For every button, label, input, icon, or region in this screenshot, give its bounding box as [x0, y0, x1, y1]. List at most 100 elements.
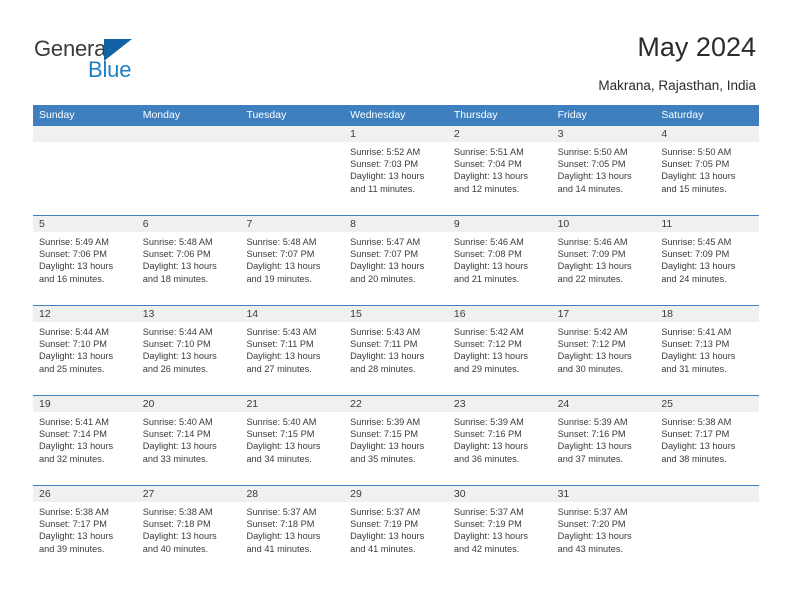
- day-number[interactable]: 13: [137, 306, 241, 322]
- sunset-text: Sunset: 7:18 PM: [142, 519, 211, 530]
- weekday-header-row: Sunday Monday Tuesday Wednesday Thursday…: [33, 105, 759, 125]
- day-number[interactable]: 30: [448, 486, 552, 502]
- day-number[interactable]: 18: [655, 306, 759, 322]
- daylight-text-line2: and 37 minutes.: [557, 453, 623, 464]
- day-number[interactable]: 25: [655, 396, 759, 412]
- daylight-text-line1: Daylight: 13 hours: [661, 171, 736, 182]
- day-number[interactable]: 28: [240, 486, 344, 502]
- sunrise-text: Sunrise: 5:48 AM: [142, 237, 213, 247]
- sunset-text: Sunset: 7:20 PM: [557, 519, 626, 530]
- day-number[interactable]: 7: [240, 216, 344, 232]
- sunrise-text: Sunrise: 5:41 AM: [661, 327, 732, 337]
- day-number[interactable]: 22: [344, 396, 448, 412]
- day-number[interactable]: 2: [448, 126, 552, 142]
- sunset-text: Sunset: 7:06 PM: [39, 249, 107, 260]
- sunset-text: Sunset: 7:10 PM: [39, 339, 107, 350]
- sunrise-text: Sunrise: 5:48 AM: [246, 237, 317, 247]
- daylight-text-line2: and 18 minutes.: [142, 273, 209, 284]
- day-number[interactable]: [240, 126, 344, 142]
- daylight-text-line2: and 21 minutes.: [453, 273, 520, 284]
- day-cell: Sunrise: 5:39 AM Sunset: 7:15 PM Dayligh…: [344, 412, 448, 485]
- day-number[interactable]: 12: [33, 306, 137, 322]
- week-daynumber-band: 12 13 14 15 16 17 18: [33, 306, 759, 322]
- day-cell: Sunrise: 5:37 AM Sunset: 7:18 PM Dayligh…: [240, 502, 344, 575]
- sunrise-text: Sunrise: 5:47 AM: [350, 237, 421, 247]
- daylight-text-line1: Daylight: 13 hours: [246, 441, 321, 452]
- sunset-text: Sunset: 7:09 PM: [661, 249, 730, 260]
- day-number[interactable]: 8: [344, 216, 448, 232]
- day-number[interactable]: 16: [448, 306, 552, 322]
- day-cell: Sunrise: 5:40 AM Sunset: 7:15 PM Dayligh…: [240, 412, 344, 485]
- day-number[interactable]: 29: [344, 486, 448, 502]
- day-cell: [137, 142, 241, 215]
- daylight-text-line1: Daylight: 13 hours: [453, 171, 528, 182]
- weekday-header-thursday: Thursday: [453, 109, 498, 121]
- daylight-text-line1: Daylight: 13 hours: [453, 261, 528, 272]
- daylight-text-line2: and 15 minutes.: [661, 183, 727, 194]
- day-cell: Sunrise: 5:37 AM Sunset: 7:19 PM Dayligh…: [344, 502, 448, 575]
- day-cell: Sunrise: 5:49 AM Sunset: 7:06 PM Dayligh…: [33, 232, 137, 305]
- day-number[interactable]: 15: [344, 306, 448, 322]
- day-number[interactable]: 14: [240, 306, 344, 322]
- daylight-text-line1: Daylight: 13 hours: [350, 261, 425, 272]
- sunset-text: Sunset: 7:14 PM: [39, 429, 107, 440]
- day-number[interactable]: 26: [33, 486, 137, 502]
- sunrise-text: Sunrise: 5:37 AM: [557, 507, 628, 517]
- day-number[interactable]: [137, 126, 241, 142]
- day-number[interactable]: 11: [655, 216, 759, 232]
- daylight-text-line2: and 41 minutes.: [350, 543, 416, 554]
- sunset-text: Sunset: 7:04 PM: [453, 159, 522, 170]
- day-number[interactable]: [33, 126, 137, 142]
- general-blue-logo[interactable]: General Blue: [34, 36, 214, 84]
- day-cell: Sunrise: 5:47 AM Sunset: 7:07 PM Dayligh…: [344, 232, 448, 305]
- day-number[interactable]: 3: [552, 126, 656, 142]
- day-cell: Sunrise: 5:42 AM Sunset: 7:12 PM Dayligh…: [552, 322, 656, 395]
- day-cell: Sunrise: 5:44 AM Sunset: 7:10 PM Dayligh…: [33, 322, 137, 395]
- day-number[interactable]: 1: [344, 126, 448, 142]
- day-number[interactable]: 20: [137, 396, 241, 412]
- day-number[interactable]: 5: [33, 216, 137, 232]
- day-cell: [240, 142, 344, 215]
- day-number[interactable]: 31: [552, 486, 656, 502]
- day-cell: [655, 502, 759, 575]
- day-number[interactable]: 17: [552, 306, 656, 322]
- daylight-text-line2: and 25 minutes.: [39, 363, 105, 374]
- weekday-header-friday: Friday: [557, 109, 587, 121]
- daylight-text-line2: and 22 minutes.: [557, 273, 623, 284]
- sunrise-text: Sunrise: 5:49 AM: [39, 237, 109, 247]
- sunrise-text: Sunrise: 5:41 AM: [39, 417, 109, 427]
- sunrise-text: Sunrise: 5:50 AM: [661, 147, 732, 157]
- week-detail-band: Sunrise: 5:52 AM Sunset: 7:03 PM Dayligh…: [33, 142, 759, 215]
- sunset-text: Sunset: 7:03 PM: [350, 159, 419, 170]
- day-number[interactable]: 21: [240, 396, 344, 412]
- day-number[interactable]: 23: [448, 396, 552, 412]
- daylight-text-line2: and 12 minutes.: [453, 183, 520, 194]
- sunset-text: Sunset: 7:17 PM: [661, 429, 730, 440]
- daylight-text-line1: Daylight: 13 hours: [39, 261, 114, 272]
- day-number[interactable]: [655, 486, 759, 502]
- weekday-header-sunday: Sunday: [39, 109, 75, 121]
- sunset-text: Sunset: 7:15 PM: [246, 429, 315, 440]
- daylight-text-line1: Daylight: 13 hours: [350, 171, 425, 182]
- day-number[interactable]: 24: [552, 396, 656, 412]
- weekday-header-wednesday: Wednesday: [350, 109, 406, 121]
- daylight-text-line1: Daylight: 13 hours: [39, 441, 114, 452]
- day-number[interactable]: 19: [33, 396, 137, 412]
- day-number[interactable]: 10: [552, 216, 656, 232]
- sunset-text: Sunset: 7:05 PM: [557, 159, 626, 170]
- day-number[interactable]: 4: [655, 126, 759, 142]
- daylight-text-line2: and 41 minutes.: [246, 543, 312, 554]
- day-number[interactable]: 27: [137, 486, 241, 502]
- day-cell: Sunrise: 5:46 AM Sunset: 7:09 PM Dayligh…: [552, 232, 656, 305]
- day-cell: Sunrise: 5:38 AM Sunset: 7:18 PM Dayligh…: [137, 502, 241, 575]
- day-number[interactable]: 6: [137, 216, 241, 232]
- day-cell: Sunrise: 5:40 AM Sunset: 7:14 PM Dayligh…: [137, 412, 241, 485]
- page-header: General Blue May 2024 Makrana, Rajasthan…: [0, 0, 792, 100]
- daylight-text-line2: and 32 minutes.: [39, 453, 105, 464]
- sunrise-text: Sunrise: 5:50 AM: [557, 147, 628, 157]
- sunrise-text: Sunrise: 5:37 AM: [453, 507, 524, 517]
- day-cell: Sunrise: 5:50 AM Sunset: 7:05 PM Dayligh…: [552, 142, 656, 215]
- week-daynumber-band: 1 2 3 4: [33, 126, 759, 142]
- daylight-text-line2: and 35 minutes.: [350, 453, 416, 464]
- day-number[interactable]: 9: [448, 216, 552, 232]
